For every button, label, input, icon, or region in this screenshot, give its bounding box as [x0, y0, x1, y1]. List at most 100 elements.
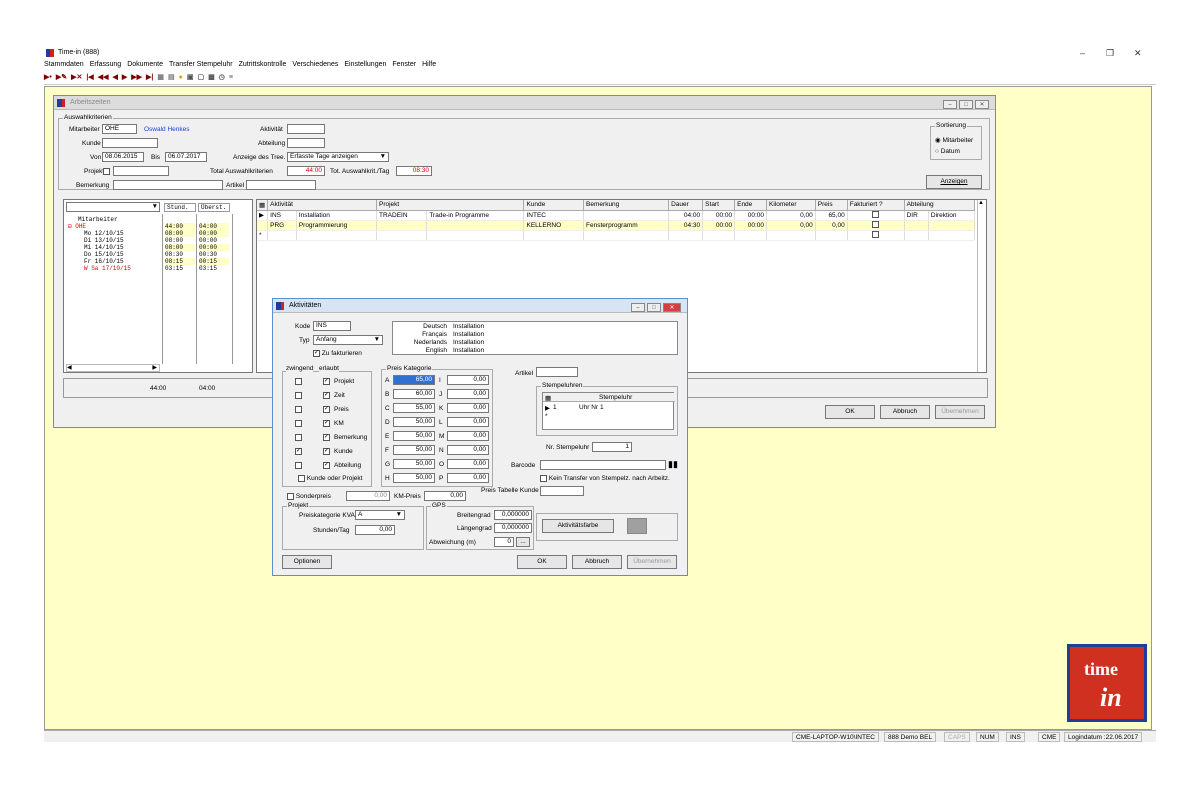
grid-header-10[interactable]: Abteilung: [904, 200, 976, 211]
empty-cell[interactable]: [734, 230, 768, 241]
fakturiert-checkbox[interactable]: [872, 231, 880, 239]
tree-filter-select[interactable]: ▼: [66, 202, 160, 212]
cell-start[interactable]: 00:00: [702, 220, 736, 231]
delete-record-icon[interactable]: ▶✕: [71, 73, 82, 81]
next-page-icon[interactable]: ▶▶: [131, 73, 142, 81]
von-input[interactable]: 08.06.2015: [102, 152, 144, 162]
ubernehmen-button[interactable]: Übernehmen: [627, 555, 677, 569]
projekt-input[interactable]: [113, 166, 169, 176]
tree-day[interactable]: Fr 16/10/15: [84, 258, 124, 265]
calendar-icon[interactable]: ▣: [187, 73, 194, 81]
empty-cell[interactable]: [426, 230, 525, 241]
cell-proj[interactable]: TRADEIN: [376, 210, 428, 221]
empty-cell[interactable]: [928, 230, 976, 241]
sonderpreis-checkbox[interactable]: [287, 493, 294, 500]
table-row[interactable]: ▶ INS Installation TRADEIN Trade-in Programm…: [257, 210, 976, 221]
menu-item-6[interactable]: Einstellungen: [344, 61, 386, 68]
new-row[interactable]: *: [257, 230, 976, 241]
tree-scrollbar[interactable]: ◀ ▶: [66, 364, 160, 372]
breitengrad-input[interactable]: 0,000000: [494, 510, 532, 520]
abteilung-input[interactable]: [287, 138, 325, 148]
cell-akt[interactable]: PRG: [267, 220, 297, 231]
empty-cell[interactable]: [815, 230, 848, 241]
cell-akt_desc[interactable]: Installation: [296, 210, 378, 221]
grid-icon[interactable]: ▦: [157, 73, 164, 81]
cell-bem[interactable]: Fensterprogramm: [583, 220, 670, 231]
preis-input[interactable]: 0,00: [447, 375, 489, 385]
erlaubt-bemerkung-checkbox[interactable]: ✓: [323, 434, 330, 441]
fakturiert-cell[interactable]: [847, 210, 905, 221]
menu-item-4[interactable]: Zutrittskontrolle: [239, 61, 287, 68]
kunde-input[interactable]: [102, 138, 158, 148]
save-icon[interactable]: ▩: [208, 73, 215, 81]
preis-input[interactable]: 0,00: [447, 431, 489, 441]
menu-item-1[interactable]: Erfassung: [90, 61, 122, 68]
ok-button[interactable]: OK: [825, 405, 875, 419]
tree-day[interactable]: Di 13/10/15: [84, 237, 124, 244]
bulb-icon[interactable]: ●: [179, 74, 183, 81]
barcode-input[interactable]: [540, 460, 666, 470]
cell-km[interactable]: 0,00: [766, 210, 816, 221]
prev-record-icon[interactable]: ◀: [112, 73, 117, 81]
zwingend-bemerkung-checkbox[interactable]: [295, 434, 302, 441]
prev-page-icon[interactable]: ◀◀: [98, 73, 109, 81]
cell-abt[interactable]: DIR: [904, 210, 929, 221]
maximize-icon[interactable]: □: [959, 100, 973, 109]
tree-day[interactable]: Do 15/10/15: [84, 251, 124, 258]
cell-proj_desc[interactable]: [426, 220, 525, 231]
erlaubt-km-checkbox[interactable]: ✓: [323, 420, 330, 427]
empty-cell[interactable]: [523, 230, 585, 241]
stempeluhr-name[interactable]: Uhr Nr 1: [579, 404, 604, 411]
empty-cell[interactable]: [766, 230, 816, 241]
zwingend-preis-checkbox[interactable]: [295, 406, 302, 413]
window-icon[interactable]: ▢: [197, 73, 204, 81]
close-icon[interactable]: ✕: [975, 100, 989, 109]
preiskat-kva-select[interactable]: A ▼: [355, 510, 405, 520]
close-icon[interactable]: ✕: [1134, 48, 1142, 59]
laengengrad-input[interactable]: 0,000000: [494, 523, 532, 533]
chevron-left-icon[interactable]: ◀: [67, 365, 72, 371]
anzeigen-button[interactable]: Anzeigen: [926, 175, 982, 189]
next-record-icon[interactable]: ▶: [122, 73, 127, 81]
grid-header-8[interactable]: Preis: [815, 200, 848, 211]
menu-item-2[interactable]: Dokumente: [127, 61, 163, 68]
maximize-icon[interactable]: □: [647, 303, 661, 312]
typ-select[interactable]: Anfang ▼: [313, 335, 383, 345]
print-icon[interactable]: ▤: [168, 73, 175, 81]
projekt-checkbox[interactable]: [103, 168, 110, 175]
sonderpreis-input[interactable]: 0,00: [346, 491, 390, 501]
cell-abt[interactable]: [904, 220, 929, 231]
restore-icon[interactable]: ❐: [1106, 48, 1114, 59]
zwingend-zeit-checkbox[interactable]: [295, 392, 302, 399]
bemerkung-input[interactable]: [113, 180, 223, 190]
cell-preis[interactable]: 65,00: [815, 210, 848, 221]
menu-item-8[interactable]: Hilfe: [422, 61, 436, 68]
collapse-icon[interactable]: ⊟: [68, 223, 72, 230]
grid-header-6[interactable]: Ende: [734, 200, 768, 211]
preis-input[interactable]: 50,00: [393, 473, 435, 483]
cell-proj[interactable]: [376, 220, 428, 231]
preis-input[interactable]: 50,00: [393, 417, 435, 427]
cell-preis[interactable]: 0,00: [815, 220, 848, 231]
cell-kunde[interactable]: KELLERNO: [523, 220, 585, 231]
zwingend-kunde-checkbox[interactable]: ✓: [295, 448, 302, 455]
menu-item-7[interactable]: Fenster: [392, 61, 416, 68]
preis-input[interactable]: 0,00: [447, 459, 489, 469]
anzeige-select[interactable]: Erfasste Tage anzeigen ▼: [287, 152, 389, 162]
close-icon[interactable]: ✕: [663, 303, 681, 312]
zwingend-km-checkbox[interactable]: [295, 420, 302, 427]
preis-input[interactable]: 60,00: [393, 389, 435, 399]
kode-input[interactable]: INS: [313, 321, 351, 331]
ok-button[interactable]: OK: [517, 555, 567, 569]
first-record-icon[interactable]: |◀: [86, 73, 93, 81]
preis-input[interactable]: 50,00: [393, 431, 435, 441]
stempeluhr-num[interactable]: 1: [553, 404, 557, 411]
language-value[interactable]: Installation: [453, 331, 484, 338]
preis-input[interactable]: 65,00: [393, 375, 435, 385]
empty-cell[interactable]: [267, 230, 297, 241]
zwingend-projekt-checkbox[interactable]: [295, 378, 302, 385]
grid-header-1[interactable]: Projekt: [376, 200, 525, 211]
grid-scrollbar[interactable]: ▲: [977, 200, 986, 372]
tree-root[interactable]: Mitarbeiter: [78, 216, 118, 223]
erlaubt-preis-checkbox[interactable]: ✓: [323, 406, 330, 413]
